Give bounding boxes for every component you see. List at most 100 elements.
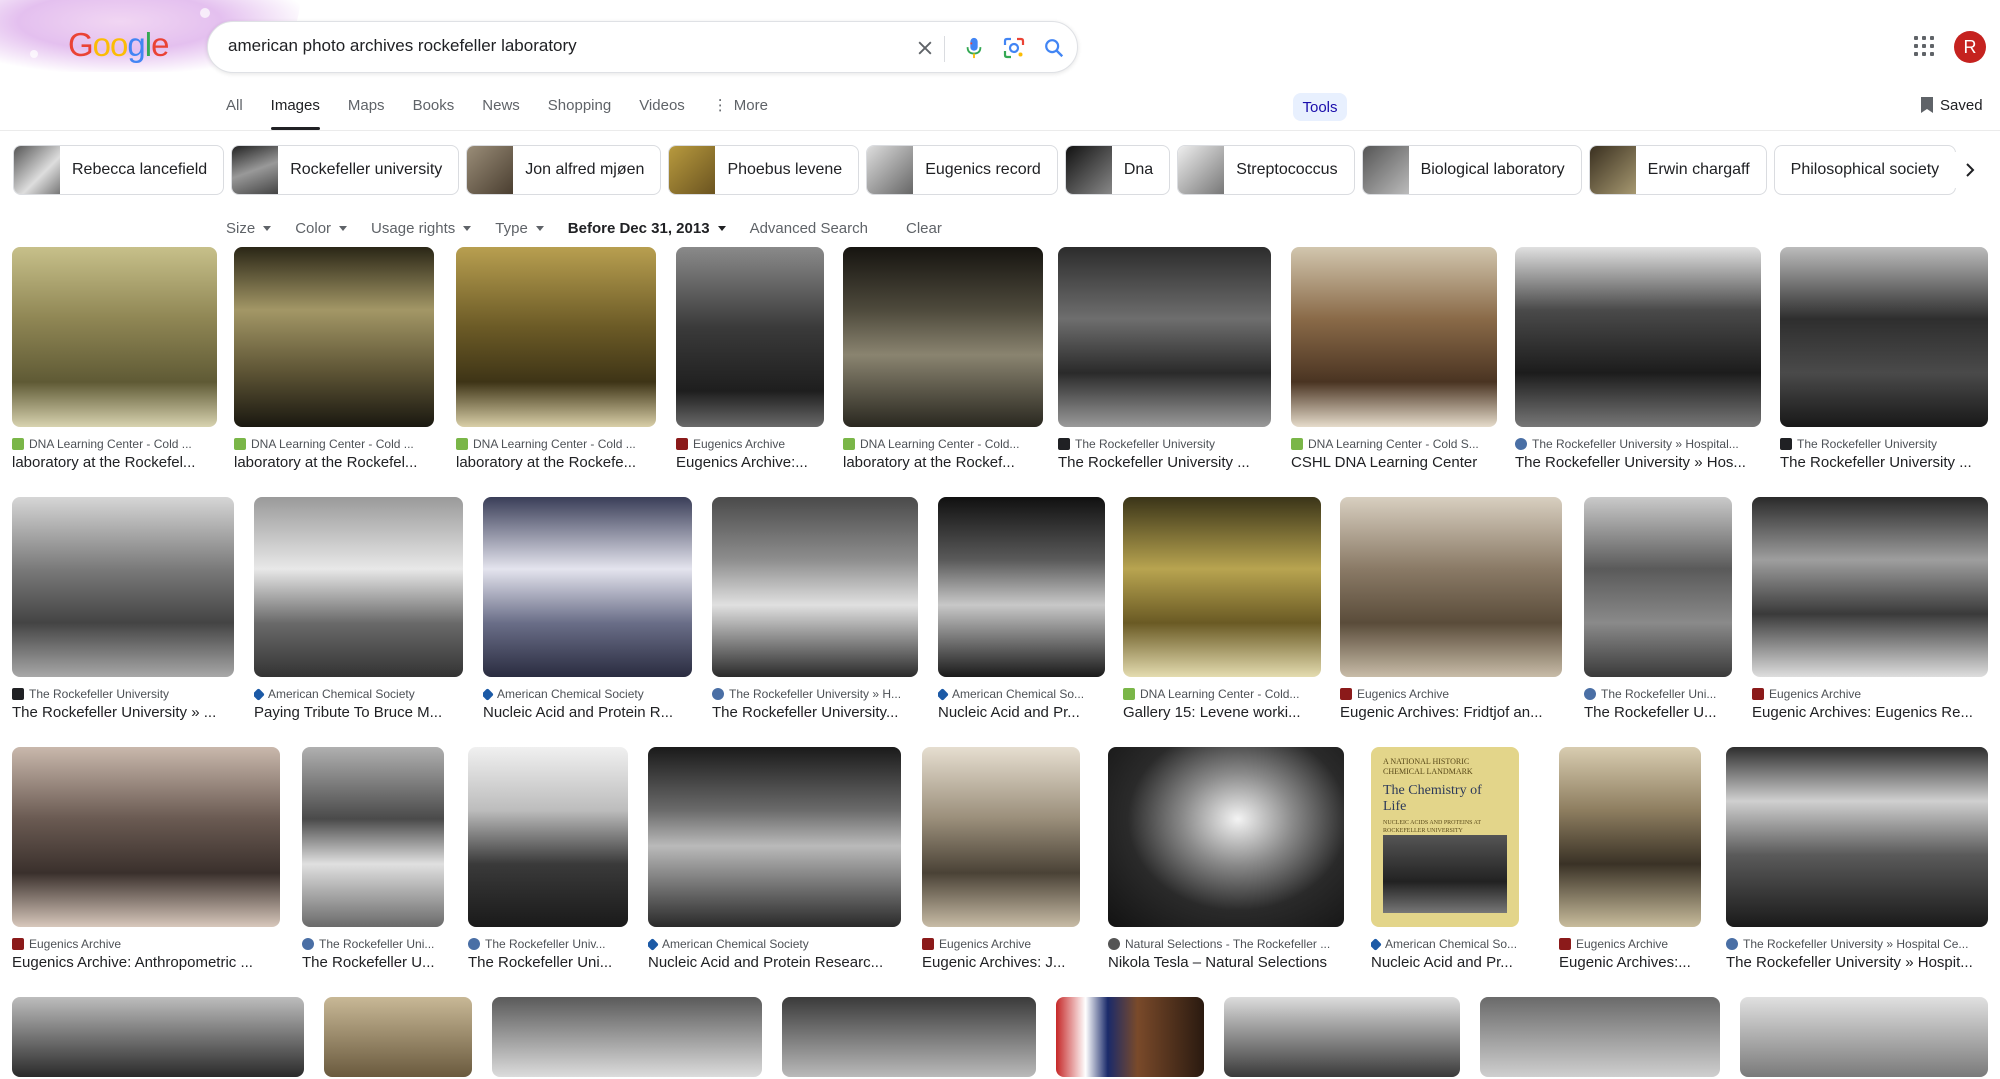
search-input[interactable] bbox=[228, 36, 888, 56]
clear-icon[interactable] bbox=[911, 34, 939, 62]
image-result[interactable]: The Rockefeller Uni... The Rockefeller U… bbox=[302, 747, 444, 971]
chip-philosophical-society[interactable]: Philosophical society bbox=[1773, 145, 1957, 195]
image-result[interactable] bbox=[1224, 997, 1460, 1077]
tab-images[interactable]: Images bbox=[270, 96, 321, 130]
image-result[interactable]: The Rockefeller Uni... The Rockefeller U… bbox=[1584, 497, 1732, 721]
result-title[interactable]: CSHL DNA Learning Center bbox=[1291, 454, 1497, 471]
image-result[interactable]: DNA Learning Center - Cold ... laborator… bbox=[234, 247, 434, 471]
image-result[interactable] bbox=[12, 997, 304, 1077]
image-result[interactable]: Eugenics Archive Eugenic Archives:... bbox=[1559, 747, 1701, 971]
image-result[interactable] bbox=[1056, 997, 1204, 1077]
image-result[interactable]: The Rockefeller University The Rockefell… bbox=[1058, 247, 1271, 471]
search-icon[interactable] bbox=[1040, 34, 1068, 62]
image-result[interactable]: American Chemical Society Nucleic Acid a… bbox=[483, 497, 692, 721]
result-title[interactable]: Eugenic Archives:... bbox=[1559, 954, 1701, 971]
chip-phoebus-levene[interactable]: Phoebus levene bbox=[668, 145, 860, 195]
image-result[interactable]: The Rockefeller Univ... The Rockefeller … bbox=[468, 747, 628, 971]
result-title[interactable]: The Rockefeller Uni... bbox=[468, 954, 628, 971]
saved-link[interactable]: Saved bbox=[1920, 96, 1983, 114]
advanced-search-link[interactable]: Advanced Search bbox=[750, 220, 868, 237]
result-title[interactable]: Eugenic Archives: Eugenics Re... bbox=[1752, 704, 1988, 721]
chip-streptococcus[interactable]: Streptococcus bbox=[1177, 145, 1355, 195]
image-result[interactable]: American Chemical Society Paying Tribute… bbox=[254, 497, 463, 721]
image-result[interactable]: American Chemical So... Nucleic Acid and… bbox=[938, 497, 1105, 721]
chip-eugenics-record[interactable]: Eugenics record bbox=[866, 145, 1058, 195]
result-title[interactable]: Gallery 15: Levene worki... bbox=[1123, 704, 1321, 721]
tools-button[interactable]: Tools bbox=[1293, 93, 1347, 121]
chips-next-arrow[interactable] bbox=[1952, 152, 1988, 188]
image-result[interactable]: DNA Learning Center - Cold... laboratory… bbox=[843, 247, 1043, 471]
tab-more[interactable]: ⋮ More bbox=[713, 96, 768, 124]
image-result[interactable] bbox=[1480, 997, 1720, 1077]
result-title[interactable]: Nucleic Acid and Protein R... bbox=[483, 704, 692, 721]
filter-time[interactable]: Before Dec 31, 2013 bbox=[568, 220, 726, 237]
google-apps-icon[interactable] bbox=[1912, 34, 1936, 58]
image-result[interactable]: Eugenics Archive Eugenic Archives: J... bbox=[922, 747, 1080, 971]
image-result[interactable]: DNA Learning Center - Cold... Gallery 15… bbox=[1123, 497, 1321, 721]
image-result[interactable]: DNA Learning Center - Cold S... CSHL DNA… bbox=[1291, 247, 1497, 471]
image-result[interactable]: The Rockefeller University The Rockefell… bbox=[1780, 247, 1988, 471]
result-title[interactable]: Paying Tribute To Bruce M... bbox=[254, 704, 463, 721]
result-title[interactable]: Nucleic Acid and Protein Researc... bbox=[648, 954, 901, 971]
result-title[interactable]: Nucleic Acid and Pr... bbox=[938, 704, 1105, 721]
tab-videos[interactable]: Videos bbox=[639, 96, 685, 124]
image-result[interactable]: Eugenics Archive Eugenics Archive:... bbox=[676, 247, 824, 471]
filter-type[interactable]: Type bbox=[495, 220, 544, 237]
image-result[interactable]: Eugenics Archive Eugenic Archives: Fridt… bbox=[1340, 497, 1562, 721]
image-result[interactable]: The Rockefeller University The Rockefell… bbox=[12, 497, 234, 721]
image-result[interactable]: American Chemical Society Nucleic Acid a… bbox=[648, 747, 901, 971]
image-result[interactable] bbox=[782, 997, 1036, 1077]
image-result[interactable]: Eugenics Archive Eugenics Archive: Anthr… bbox=[12, 747, 280, 971]
image-result[interactable] bbox=[492, 997, 762, 1077]
result-title[interactable]: Eugenic Archives: Fridtjof an... bbox=[1340, 704, 1562, 721]
account-avatar[interactable]: R bbox=[1954, 31, 1986, 63]
chip-biological-laboratory[interactable]: Biological laboratory bbox=[1361, 145, 1582, 195]
result-title[interactable]: Nikola Tesla – Natural Selections bbox=[1108, 954, 1344, 971]
image-result[interactable]: DNA Learning Center - Cold ... laborator… bbox=[12, 247, 217, 471]
tab-books[interactable]: Books bbox=[413, 96, 455, 124]
tab-maps[interactable]: Maps bbox=[348, 96, 385, 124]
chip-erwin-chargaff[interactable]: Erwin chargaff bbox=[1588, 145, 1767, 195]
search-box[interactable] bbox=[207, 21, 1078, 73]
result-title[interactable]: The Rockefeller University ... bbox=[1058, 454, 1271, 471]
result-title[interactable]: The Rockefeller University ... bbox=[1780, 454, 1988, 471]
image-result[interactable]: DNA Learning Center - Cold ... laborator… bbox=[456, 247, 656, 471]
image-result[interactable]: A NATIONAL HISTORIC CHEMICAL LANDMARK Th… bbox=[1371, 747, 1519, 971]
microphone-icon[interactable] bbox=[960, 34, 988, 62]
result-title[interactable]: laboratory at the Rockefel... bbox=[234, 454, 434, 471]
result-title[interactable]: The Rockefeller U... bbox=[1584, 704, 1732, 721]
tab-shopping[interactable]: Shopping bbox=[548, 96, 611, 124]
tab-news[interactable]: News bbox=[482, 96, 520, 124]
result-title[interactable]: The Rockefeller University » Hos... bbox=[1515, 454, 1761, 471]
chip-rockefeller-university[interactable]: Rockefeller university bbox=[231, 145, 460, 195]
image-result[interactable]: Eugenics Archive Eugenic Archives: Eugen… bbox=[1752, 497, 1988, 721]
clear-filters-link[interactable]: Clear bbox=[906, 220, 942, 237]
result-title[interactable]: The Rockefeller U... bbox=[302, 954, 444, 971]
result-title[interactable]: Eugenics Archive: Anthropometric ... bbox=[12, 954, 280, 971]
result-title[interactable]: The Rockefeller University » Hospit... bbox=[1726, 954, 1988, 971]
result-title[interactable]: The Rockefeller University » ... bbox=[12, 704, 234, 721]
result-title[interactable]: laboratory at the Rockef... bbox=[843, 454, 1043, 471]
result-title[interactable]: The Rockefeller University... bbox=[712, 704, 918, 721]
image-result[interactable] bbox=[324, 997, 472, 1077]
result-title[interactable]: Nucleic Acid and Pr... bbox=[1371, 954, 1519, 971]
filter-color[interactable]: Color bbox=[295, 220, 348, 237]
result-title[interactable]: Eugenic Archives: J... bbox=[922, 954, 1080, 971]
image-result[interactable]: Natural Selections - The Rockefeller ...… bbox=[1108, 747, 1344, 971]
tab-all[interactable]: All bbox=[226, 96, 243, 124]
results-row: The Rockefeller University The Rockefell… bbox=[12, 497, 1988, 747]
filter-size[interactable]: Size bbox=[226, 220, 272, 237]
google-lens-icon[interactable] bbox=[1000, 34, 1028, 62]
image-result[interactable]: The Rockefeller University » Hospital...… bbox=[1515, 247, 1761, 471]
image-result[interactable]: The Rockefeller University » Hospital Ce… bbox=[1726, 747, 1988, 971]
google-logo[interactable]: Google bbox=[68, 26, 169, 64]
filter-usage-rights[interactable]: Usage rights bbox=[371, 220, 472, 237]
image-result[interactable] bbox=[1740, 997, 1988, 1077]
chip-dna[interactable]: Dna bbox=[1064, 145, 1171, 195]
result-title[interactable]: laboratory at the Rockefel... bbox=[12, 454, 217, 471]
image-result[interactable]: The Rockefeller University » H... The Ro… bbox=[712, 497, 918, 721]
chip-rebecca-lancefield[interactable]: Rebecca lancefield bbox=[13, 145, 225, 195]
result-title[interactable]: laboratory at the Rockefe... bbox=[456, 454, 656, 471]
result-title[interactable]: Eugenics Archive:... bbox=[676, 454, 824, 471]
chip-jon-alfred-mjoen[interactable]: Jon alfred mjøen bbox=[466, 145, 662, 195]
